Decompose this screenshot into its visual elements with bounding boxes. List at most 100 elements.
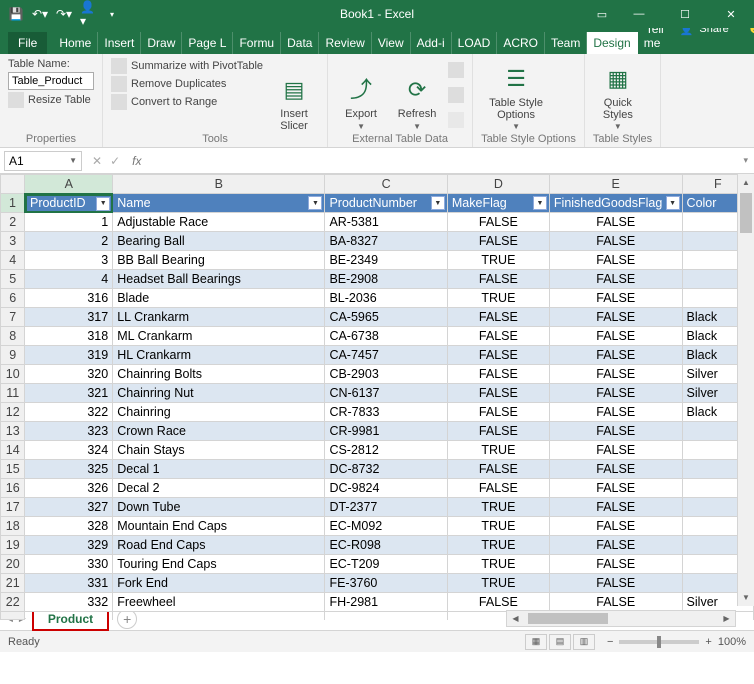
cell[interactable]: 322: [25, 403, 113, 422]
select-all-corner[interactable]: [1, 175, 25, 194]
cell[interactable]: FALSE: [549, 232, 682, 251]
cell[interactable]: FALSE: [549, 384, 682, 403]
cell[interactable]: FALSE: [447, 327, 549, 346]
cell[interactable]: Freewheel: [113, 593, 325, 612]
quick-styles-button[interactable]: ▦Quick Styles▼: [593, 58, 643, 132]
row-header-1[interactable]: 1: [1, 194, 25, 213]
cancel-formula-icon[interactable]: ✕: [92, 154, 102, 168]
table-row[interactable]: 15 325 Decal 1 DC-8732 FALSE FALSE: [1, 460, 754, 479]
cell[interactable]: FALSE: [447, 346, 549, 365]
cell[interactable]: FALSE: [549, 327, 682, 346]
cell[interactable]: FALSE: [549, 346, 682, 365]
table-header-finishedgoods[interactable]: FinishedGoodsFlag▼: [549, 194, 682, 213]
tab-data[interactable]: Data: [281, 32, 319, 54]
tab-formulas[interactable]: Formu: [233, 32, 281, 54]
cell[interactable]: 326: [25, 479, 113, 498]
table-row[interactable]: 18 328 Mountain End Caps EC-M092 TRUE FA…: [1, 517, 754, 536]
filter-icon[interactable]: ▼: [666, 196, 680, 210]
cell[interactable]: 317: [25, 308, 113, 327]
cell[interactable]: FALSE: [447, 460, 549, 479]
table-row[interactable]: 3 2 Bearing Ball BA-8327 FALSE FALSE: [1, 232, 754, 251]
ribbon-options-icon[interactable]: ▭: [588, 0, 616, 28]
cell[interactable]: Down Tube: [113, 498, 325, 517]
refresh-button[interactable]: ⟳Refresh▼: [392, 58, 442, 132]
properties-icon[interactable]: [448, 62, 464, 78]
cell[interactable]: TRUE: [447, 498, 549, 517]
cell[interactable]: 328: [25, 517, 113, 536]
zoom-slider[interactable]: [619, 640, 699, 644]
cell[interactable]: 323: [25, 422, 113, 441]
table-row[interactable]: 14 324 Chain Stays CS-2812 TRUE FALSE: [1, 441, 754, 460]
filter-icon[interactable]: ▼: [431, 196, 445, 210]
cell[interactable]: BE-2349: [325, 251, 447, 270]
table-row[interactable]: 21 331 Fork End FE-3760 TRUE FALSE: [1, 574, 754, 593]
cell[interactable]: TRUE: [447, 289, 549, 308]
cell[interactable]: FALSE: [549, 593, 682, 612]
cell[interactable]: AR-5381: [325, 213, 447, 232]
tab-page-layout[interactable]: Page L: [182, 32, 233, 54]
row-header[interactable]: 9: [1, 346, 25, 365]
view-page-layout-icon[interactable]: ▤: [549, 634, 571, 650]
minimize-button[interactable]: ―: [616, 0, 662, 28]
cell[interactable]: Chainring: [113, 403, 325, 422]
enter-formula-icon[interactable]: ✓: [110, 154, 120, 168]
unlink-icon[interactable]: [448, 112, 464, 128]
vertical-scrollbar[interactable]: ▲ ▼: [737, 174, 754, 606]
cell[interactable]: TRUE: [447, 555, 549, 574]
cell[interactable]: EC-T209: [325, 555, 447, 574]
cell[interactable]: CR-9981: [325, 422, 447, 441]
row-header[interactable]: 16: [1, 479, 25, 498]
scroll-up-icon[interactable]: ▲: [738, 174, 754, 191]
cell[interactable]: Crown Race: [113, 422, 325, 441]
cell[interactable]: ML Crankarm: [113, 327, 325, 346]
cell[interactable]: 327: [25, 498, 113, 517]
cell[interactable]: BE-2908: [325, 270, 447, 289]
cell[interactable]: 320: [25, 365, 113, 384]
cell[interactable]: 319: [25, 346, 113, 365]
cell[interactable]: FALSE: [549, 479, 682, 498]
table-row[interactable]: 10 320 Chainring Bolts CB-2903 FALSE FAL…: [1, 365, 754, 384]
col-header-a[interactable]: A: [25, 175, 113, 194]
table-row[interactable]: 19 329 Road End Caps EC-R098 TRUE FALSE: [1, 536, 754, 555]
tab-file[interactable]: File: [8, 32, 47, 54]
table-row[interactable]: 17 327 Down Tube DT-2377 TRUE FALSE: [1, 498, 754, 517]
table-row[interactable]: 16 326 Decal 2 DC-9824 FALSE FALSE: [1, 479, 754, 498]
cell[interactable]: Road End Caps: [113, 536, 325, 555]
cell[interactable]: FALSE: [447, 479, 549, 498]
convert-range-button[interactable]: Convert to Range: [111, 94, 263, 110]
row-header[interactable]: 18: [1, 517, 25, 536]
cell[interactable]: CS-2812: [325, 441, 447, 460]
cell[interactable]: FALSE: [549, 251, 682, 270]
cell[interactable]: FALSE: [549, 460, 682, 479]
cell[interactable]: HL Crankarm: [113, 346, 325, 365]
redo-icon[interactable]: ↷▾: [56, 6, 72, 22]
cell[interactable]: 325: [25, 460, 113, 479]
formula-input[interactable]: [147, 151, 737, 171]
row-header[interactable]: 4: [1, 251, 25, 270]
cell[interactable]: FALSE: [549, 289, 682, 308]
tab-design[interactable]: Design: [587, 32, 637, 54]
cell[interactable]: FALSE: [549, 574, 682, 593]
row-header[interactable]: 8: [1, 327, 25, 346]
qat-user-icon[interactable]: 👤▾: [80, 6, 96, 22]
cell[interactable]: 331: [25, 574, 113, 593]
cell[interactable]: 329: [25, 536, 113, 555]
remove-duplicates-button[interactable]: Remove Duplicates: [111, 76, 263, 92]
col-header-d[interactable]: D: [447, 175, 549, 194]
table-name-input[interactable]: [8, 72, 94, 90]
cell[interactable]: FALSE: [549, 441, 682, 460]
cell[interactable]: EC-R098: [325, 536, 447, 555]
cell[interactable]: CA-7457: [325, 346, 447, 365]
row-header[interactable]: 13: [1, 422, 25, 441]
cell[interactable]: FALSE: [549, 517, 682, 536]
cell[interactable]: FALSE: [447, 308, 549, 327]
cell[interactable]: FALSE: [447, 232, 549, 251]
cell[interactable]: TRUE: [447, 441, 549, 460]
tab-acrobat[interactable]: ACRO: [497, 32, 545, 54]
cell[interactable]: 2: [25, 232, 113, 251]
horizontal-scrollbar[interactable]: ◀ ▶: [506, 610, 736, 627]
col-header-b[interactable]: B: [113, 175, 325, 194]
cell[interactable]: 3: [25, 251, 113, 270]
cell[interactable]: 324: [25, 441, 113, 460]
zoom-out-button[interactable]: −: [607, 636, 613, 648]
